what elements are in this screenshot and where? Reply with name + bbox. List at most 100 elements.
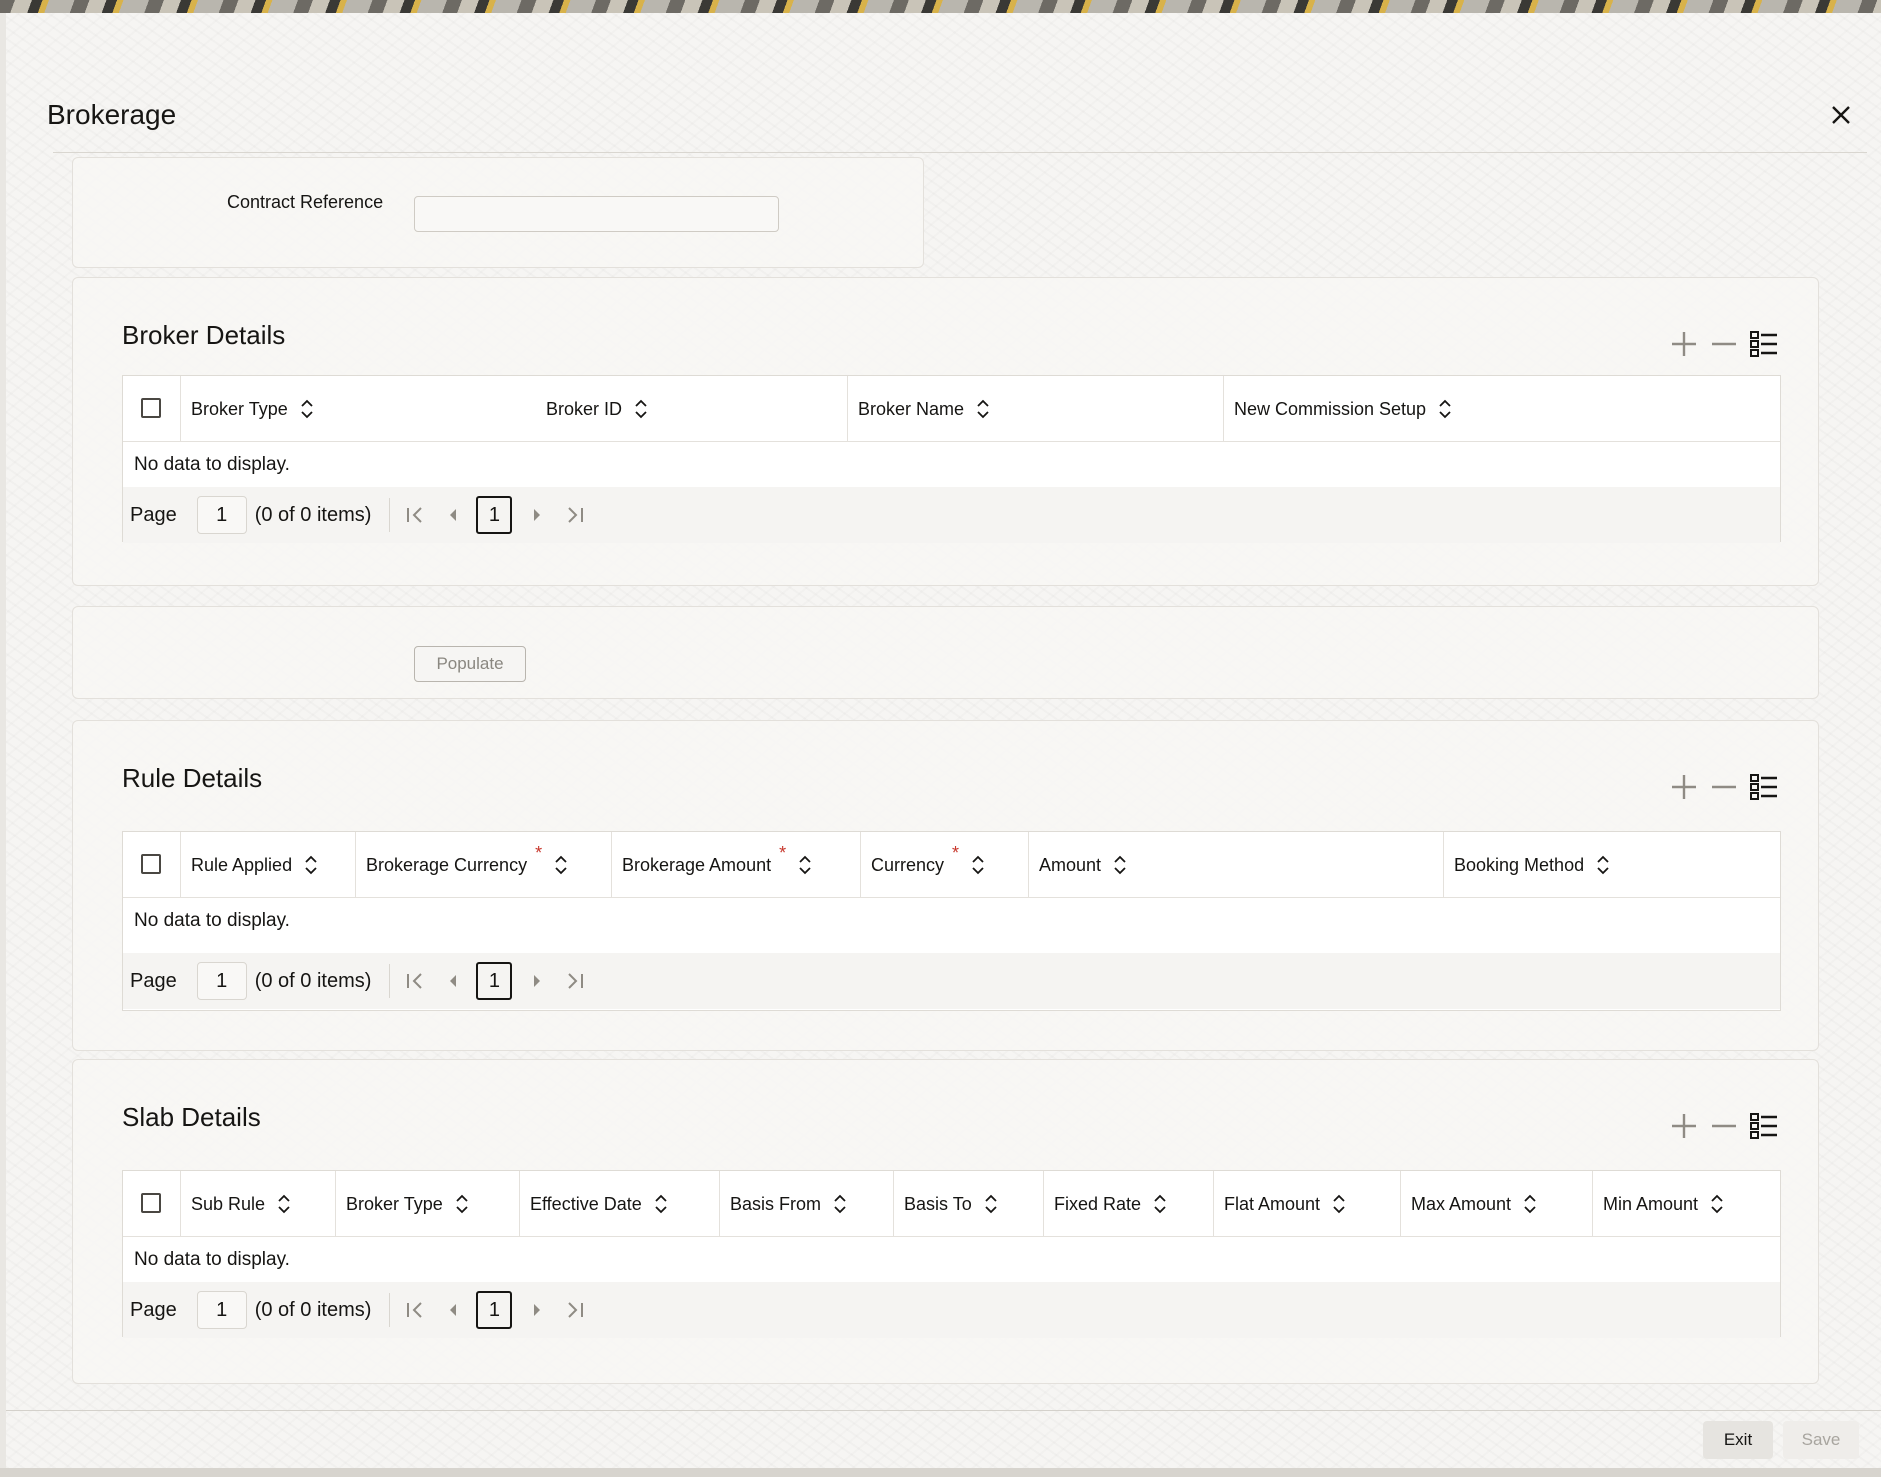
first-page-icon[interactable] <box>404 1299 426 1321</box>
save-button[interactable]: Save <box>1783 1421 1859 1459</box>
column-basis-from[interactable]: Basis From <box>719 1171 893 1237</box>
contract-reference-input[interactable] <box>414 196 779 232</box>
rule-details-title: Rule Details <box>122 763 263 793</box>
populate-panel: Populate <box>72 606 1819 699</box>
column-basis-to[interactable]: Basis To <box>893 1171 1043 1237</box>
prev-page-icon[interactable] <box>442 504 464 526</box>
sort-icon[interactable] <box>654 1193 668 1215</box>
list-view-icon[interactable] <box>1749 1111 1779 1141</box>
column-effective-date[interactable]: Effective Date <box>519 1171 719 1237</box>
sort-icon[interactable] <box>833 1193 847 1215</box>
close-icon[interactable] <box>1826 100 1856 130</box>
current-page[interactable]: 1 <box>476 1291 513 1329</box>
select-all-checkbox[interactable] <box>141 854 161 874</box>
page-number-input[interactable] <box>196 496 247 534</box>
grid-header: Broker Type Broker ID Broker Name New Co… <box>123 376 1780 442</box>
plus-icon[interactable] <box>1669 1111 1699 1141</box>
column-label: Currency <box>871 854 945 875</box>
pager-divider <box>389 498 391 532</box>
sort-icon[interactable] <box>984 1193 998 1215</box>
last-page-icon[interactable] <box>564 1299 586 1321</box>
minus-icon[interactable] <box>1709 329 1739 359</box>
sort-icon[interactable] <box>976 398 990 420</box>
last-page-icon[interactable] <box>564 970 586 992</box>
sort-icon[interactable] <box>1153 1193 1167 1215</box>
current-page[interactable]: 1 <box>476 962 513 1000</box>
pager-divider <box>389 964 391 998</box>
column-min-amount[interactable]: Min Amount <box>1592 1171 1781 1237</box>
column-new-commission-setup[interactable]: New Commission Setup <box>1223 376 1781 442</box>
pager-divider <box>389 1293 391 1327</box>
dialog-title: Brokerage <box>47 99 177 130</box>
sort-icon[interactable] <box>455 1193 469 1215</box>
sort-icon[interactable] <box>554 854 568 876</box>
column-amount[interactable]: Amount <box>1028 832 1443 898</box>
sort-icon[interactable] <box>304 854 318 876</box>
contract-panel: Contract Reference <box>72 157 924 268</box>
plus-icon[interactable] <box>1669 772 1699 802</box>
page-label: Page <box>130 969 177 992</box>
sort-icon[interactable] <box>1113 854 1127 876</box>
column-currency[interactable]: Currency * <box>860 832 1028 898</box>
next-page-icon[interactable] <box>526 1299 548 1321</box>
sort-icon[interactable] <box>300 398 314 420</box>
slab-details-panel: Slab Details Sub Rule Broker Type Effect… <box>72 1059 1819 1384</box>
populate-button[interactable]: Populate <box>414 646 526 682</box>
minus-icon[interactable] <box>1709 1111 1739 1141</box>
column-broker-type[interactable]: Broker Type <box>180 376 536 442</box>
first-page-icon[interactable] <box>404 970 426 992</box>
column-brokerage-currency[interactable]: Brokerage Currency * <box>355 832 611 898</box>
sort-icon[interactable] <box>1523 1193 1537 1215</box>
column-label: Amount <box>1039 854 1102 875</box>
column-label: Brokerage Amount <box>622 854 772 875</box>
sort-icon[interactable] <box>1332 1193 1346 1215</box>
item-count: (0 of 0 items) <box>254 503 372 526</box>
slab-details-grid: Sub Rule Broker Type Effective Date Basi… <box>122 1170 1781 1338</box>
column-label: Flat Amount <box>1224 1193 1321 1214</box>
next-page-icon[interactable] <box>526 970 548 992</box>
grid-header: Sub Rule Broker Type Effective Date Basi… <box>123 1171 1780 1237</box>
empty-message: No data to display. <box>134 1249 290 1270</box>
column-brokerage-amount[interactable]: Brokerage Amount * <box>611 832 860 898</box>
broker-details-toolbar <box>1669 329 1779 359</box>
list-view-icon[interactable] <box>1749 329 1779 359</box>
current-page[interactable]: 1 <box>476 496 513 534</box>
sort-icon[interactable] <box>634 398 648 420</box>
minus-icon[interactable] <box>1709 772 1739 802</box>
column-broker-type[interactable]: Broker Type <box>335 1171 519 1237</box>
sort-icon[interactable] <box>798 854 812 876</box>
sort-icon[interactable] <box>971 854 985 876</box>
sort-icon[interactable] <box>1438 398 1452 420</box>
plus-icon[interactable] <box>1669 329 1699 359</box>
column-booking-method[interactable]: Booking Method <box>1443 832 1781 898</box>
column-label: Effective Date <box>530 1193 642 1214</box>
prev-page-icon[interactable] <box>442 970 464 992</box>
sort-icon[interactable] <box>1710 1193 1724 1215</box>
prev-page-icon[interactable] <box>442 1299 464 1321</box>
column-fixed-rate[interactable]: Fixed Rate <box>1043 1171 1213 1237</box>
column-rule-applied[interactable]: Rule Applied <box>180 832 355 898</box>
select-all-checkbox[interactable] <box>141 1193 161 1213</box>
exit-button[interactable]: Exit <box>1703 1421 1773 1459</box>
sort-icon[interactable] <box>277 1193 291 1215</box>
list-view-icon[interactable] <box>1749 772 1779 802</box>
slab-details-title: Slab Details <box>122 1102 261 1132</box>
rule-details-panel: Rule Details Rule Applied Brokerage Curr… <box>72 720 1819 1051</box>
column-label: Basis From <box>730 1193 822 1214</box>
first-page-icon[interactable] <box>404 504 426 526</box>
last-page-icon[interactable] <box>564 504 586 526</box>
column-sub-rule[interactable]: Sub Rule <box>180 1171 335 1237</box>
column-max-amount[interactable]: Max Amount <box>1400 1171 1592 1237</box>
page-number-input[interactable] <box>196 962 247 1000</box>
page-number-input[interactable] <box>196 1291 247 1329</box>
empty-message: No data to display. <box>134 454 290 475</box>
page-label: Page <box>130 1298 177 1321</box>
column-broker-name[interactable]: Broker Name <box>847 376 1223 442</box>
column-broker-id[interactable]: Broker ID <box>536 376 847 442</box>
column-label: Sub Rule <box>191 1193 266 1214</box>
column-flat-amount[interactable]: Flat Amount <box>1213 1171 1400 1237</box>
next-page-icon[interactable] <box>526 504 548 526</box>
grid-header: Rule Applied Brokerage Currency * Brokera… <box>123 832 1780 898</box>
select-all-checkbox[interactable] <box>141 398 161 418</box>
sort-icon[interactable] <box>1596 854 1610 876</box>
